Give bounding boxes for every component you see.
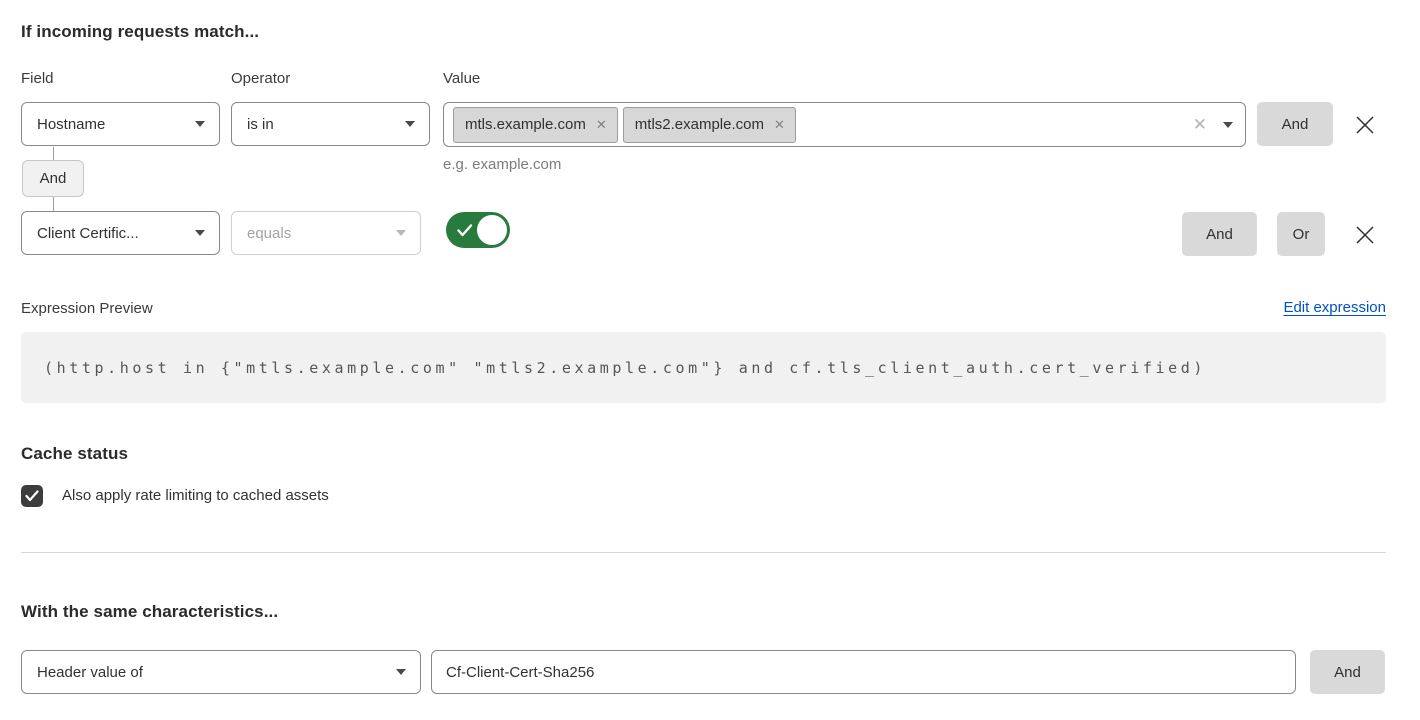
field-select-row2-value: Client Certific... (37, 225, 139, 242)
chevron-down-icon (1223, 122, 1233, 128)
value-tag[interactable]: mtls2.example.com ✕ (623, 107, 796, 143)
delete-row2-icon[interactable] (1350, 220, 1380, 250)
expression-code: (http.host in {"mtls.example.com" "mtls2… (44, 359, 1206, 377)
characteristic-select[interactable]: Header value of (21, 650, 421, 694)
add-and-condition-button-row1[interactable]: And (1257, 102, 1333, 146)
add-and-condition-button-row2[interactable]: And (1182, 212, 1257, 256)
chevron-down-icon (405, 121, 415, 127)
connector-line (53, 147, 54, 160)
add-or-condition-button-row2[interactable]: Or (1277, 212, 1325, 256)
operator-column-label: Operator (231, 70, 290, 87)
add-characteristic-button[interactable]: And (1310, 650, 1385, 694)
value-tag-text: mtls.example.com (465, 116, 586, 133)
header-name-input[interactable] (431, 650, 1296, 694)
operator-select-row1[interactable]: is in (231, 102, 430, 146)
close-icon (1354, 224, 1376, 246)
chevron-down-icon (195, 121, 205, 127)
value-helper-text: e.g. example.com (443, 156, 561, 173)
value-multiselect-row1[interactable]: mtls.example.com ✕ mtls2.example.com ✕ ✕ (443, 102, 1246, 147)
cached-assets-checkbox-label: Also apply rate limiting to cached asset… (62, 487, 329, 504)
value-tag[interactable]: mtls.example.com ✕ (453, 107, 618, 143)
check-icon (25, 490, 39, 502)
match-section-title: If incoming requests match... (21, 22, 259, 42)
expression-preview-label: Expression Preview (21, 300, 153, 317)
chevron-down-icon (195, 230, 205, 236)
connector-line (53, 197, 54, 211)
chevron-down-icon (396, 230, 406, 236)
close-icon (1354, 114, 1376, 136)
operator-select-row1-value: is in (247, 116, 274, 133)
remove-tag-icon[interactable]: ✕ (596, 118, 607, 131)
expression-preview-code-block: (http.host in {"mtls.example.com" "mtls2… (21, 332, 1386, 403)
delete-row1-icon[interactable] (1350, 110, 1380, 140)
connector-and-badge[interactable]: And (22, 160, 84, 197)
field-select-row2[interactable]: Client Certific... (21, 211, 220, 255)
value-tag-text: mtls2.example.com (635, 116, 764, 133)
remove-tag-icon[interactable]: ✕ (774, 118, 785, 131)
operator-select-row2: equals (231, 211, 421, 255)
section-divider (21, 552, 1386, 553)
chevron-down-icon (396, 669, 406, 675)
cache-status-title: Cache status (21, 444, 128, 464)
value-column-label: Value (443, 70, 480, 87)
field-column-label: Field (21, 70, 54, 87)
edit-expression-link[interactable]: Edit expression (1283, 299, 1386, 316)
operator-select-row2-value: equals (247, 225, 291, 242)
toggle-knob (477, 215, 507, 245)
cert-verified-toggle[interactable] (446, 212, 510, 248)
cached-assets-checkbox[interactable] (21, 485, 43, 507)
field-select-row1-value: Hostname (37, 116, 105, 133)
clear-all-icon[interactable]: ✕ (1193, 116, 1207, 133)
check-icon (457, 224, 473, 237)
characteristic-select-value: Header value of (37, 664, 143, 681)
characteristics-title: With the same characteristics... (21, 602, 278, 622)
field-select-row1[interactable]: Hostname (21, 102, 220, 146)
rule-builder-panel: If incoming requests match... Field Oper… (0, 0, 1420, 720)
